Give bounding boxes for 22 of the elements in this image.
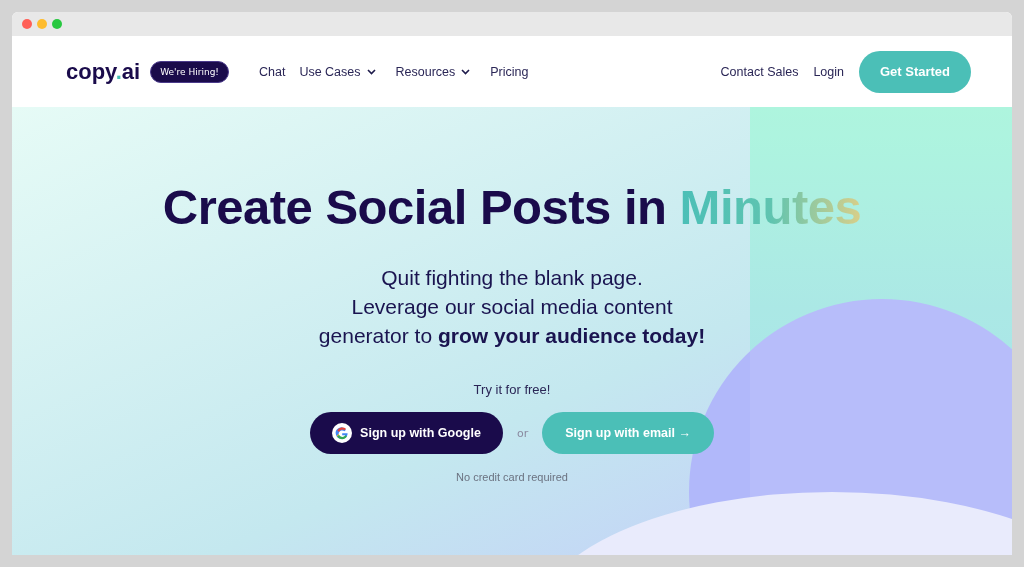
subtitle-line: Leverage our social media content	[351, 294, 673, 320]
hiring-badge[interactable]: We're Hiring!	[150, 60, 229, 83]
try-free-label: Try it for free!	[473, 382, 551, 397]
headline: Create Social Posts in Minutes	[162, 179, 862, 235]
contact-sales-link[interactable]: Contact Sales	[720, 64, 799, 79]
subtitle-line: Quit fighting the blank page.	[381, 265, 643, 291]
maximize-dot-icon[interactable]	[52, 19, 62, 29]
logo[interactable]: copy.ai	[66, 58, 141, 85]
google-signup-button[interactable]: Sign up with Google	[310, 412, 503, 454]
login-link[interactable]: Login	[813, 64, 844, 79]
minimize-dot-icon[interactable]	[37, 19, 47, 29]
nav-link[interactable]: Pricing	[490, 64, 529, 79]
or-label: or	[516, 426, 529, 440]
chevron-down-icon	[461, 68, 471, 75]
google-icon	[332, 423, 353, 443]
nav-link[interactable]: Use Cases	[299, 64, 382, 79]
nav-link[interactable]: Resources	[395, 64, 477, 79]
subtitle-line: generator to grow your audience today!	[318, 323, 706, 349]
no-credit-card-note: No credit card required	[456, 471, 568, 483]
nav-link[interactable]: Chat	[259, 64, 286, 79]
close-dot-icon[interactable]	[22, 19, 32, 29]
chevron-down-icon	[366, 68, 376, 75]
